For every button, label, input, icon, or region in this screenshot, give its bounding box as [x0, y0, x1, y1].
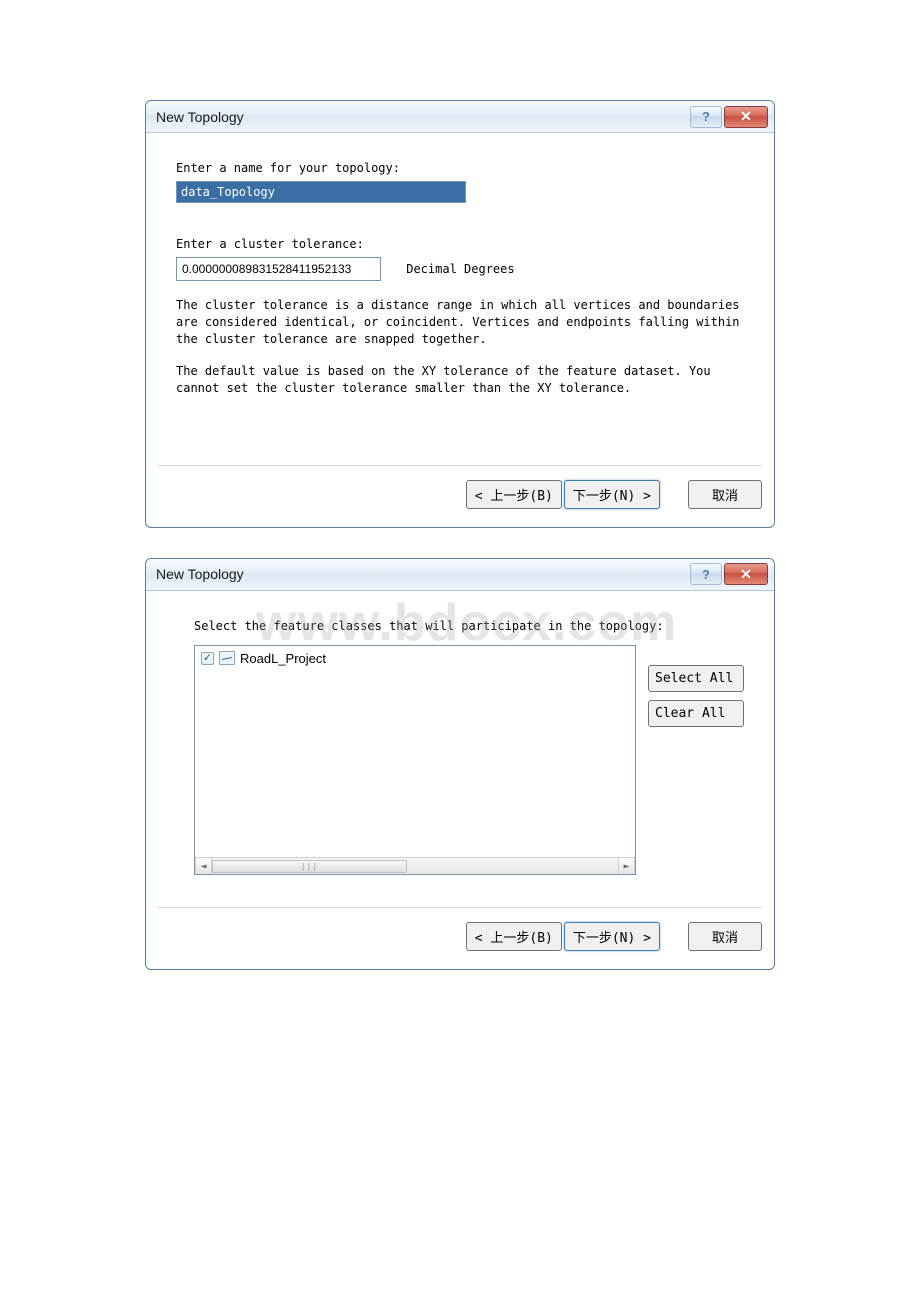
- titlebar[interactable]: New Topology ? ✕: [146, 559, 774, 591]
- topology-name-label: Enter a name for your topology:: [176, 161, 744, 175]
- close-icon: ✕: [740, 108, 752, 125]
- cluster-tolerance-label: Enter a cluster tolerance:: [176, 237, 744, 251]
- dialog-title: New Topology: [156, 566, 690, 582]
- help-button[interactable]: ?: [690, 106, 722, 128]
- feature-class-instruction: Select the feature classes that will par…: [194, 619, 744, 633]
- check-icon: ✓: [203, 653, 212, 664]
- dialog-title: New Topology: [156, 109, 690, 125]
- back-button[interactable]: < 上一步(B): [466, 480, 562, 509]
- tolerance-help-text-2: The default value is based on the XY tol…: [176, 363, 744, 397]
- next-button[interactable]: 下一步(N) >: [564, 480, 660, 509]
- feature-checkbox[interactable]: ✓: [201, 652, 214, 665]
- help-button[interactable]: ?: [690, 563, 722, 585]
- back-button[interactable]: < 上一步(B): [466, 922, 562, 951]
- dialog-body: www.bdocx.com Select the feature classes…: [146, 591, 774, 907]
- chevron-left-icon: ◄: [200, 861, 206, 872]
- feature-class-name: RoadL_Project: [240, 651, 326, 666]
- feature-selection-buttons: Select All Clear All: [648, 645, 744, 875]
- chevron-right-icon: ►: [623, 861, 629, 872]
- horizontal-scrollbar[interactable]: ◄ ||| ►: [195, 857, 635, 874]
- wizard-footer: < 上一步(B) 下一步(N) > 取消: [158, 465, 762, 527]
- close-button[interactable]: ✕: [724, 563, 768, 585]
- wizard-footer: < 上一步(B) 下一步(N) > 取消: [158, 907, 762, 969]
- help-icon: ?: [702, 109, 710, 124]
- new-topology-feature-dialog: New Topology ? ✕ www.bdocx.com Select th…: [145, 558, 775, 970]
- scroll-left-button[interactable]: ◄: [195, 858, 212, 875]
- feature-class-list[interactable]: ✓ RoadL_Project ◄ |||: [194, 645, 636, 875]
- tolerance-help-text-1: The cluster tolerance is a distance rang…: [176, 297, 744, 347]
- line-feature-icon: [219, 651, 235, 665]
- close-button[interactable]: ✕: [724, 106, 768, 128]
- feature-class-item[interactable]: ✓ RoadL_Project: [195, 646, 635, 671]
- help-icon: ?: [702, 567, 710, 582]
- close-icon: ✕: [740, 566, 752, 583]
- scroll-grip-icon: |||: [301, 862, 318, 871]
- select-all-button[interactable]: Select All: [648, 665, 744, 692]
- titlebar[interactable]: New Topology ? ✕: [146, 101, 774, 133]
- cluster-tolerance-input[interactable]: [176, 257, 381, 281]
- clear-all-button[interactable]: Clear All: [648, 700, 744, 727]
- cancel-button[interactable]: 取消: [688, 922, 762, 951]
- tolerance-unit-label: Decimal Degrees: [406, 262, 514, 276]
- scroll-track[interactable]: |||: [212, 858, 618, 874]
- dialog-body: Enter a name for your topology: Enter a …: [146, 133, 774, 465]
- new-topology-name-dialog: New Topology ? ✕ Enter a name for your t…: [145, 100, 775, 528]
- scroll-thumb[interactable]: |||: [212, 860, 407, 873]
- cancel-button[interactable]: 取消: [688, 480, 762, 509]
- next-button[interactable]: 下一步(N) >: [564, 922, 660, 951]
- topology-name-input[interactable]: [176, 181, 466, 203]
- scroll-right-button[interactable]: ►: [618, 858, 635, 875]
